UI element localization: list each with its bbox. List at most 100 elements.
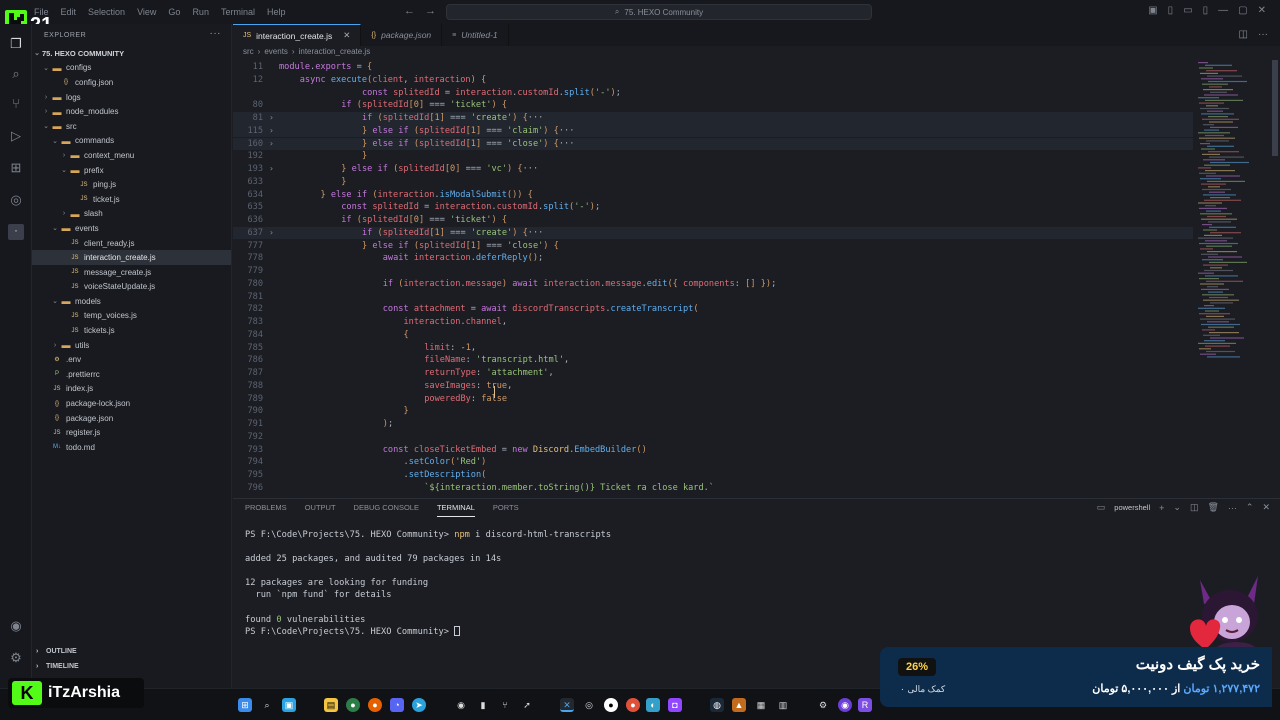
windows-start-icon[interactable]: ⊞ xyxy=(238,698,252,712)
tree-file[interactable]: JS message_create.js xyxy=(32,265,231,280)
panel-tab-problems[interactable]: PROBLEMS xyxy=(245,503,287,517)
code-line[interactable]: 634 } else if (interaction.isModalSubmit… xyxy=(233,189,1193,202)
code-line[interactable]: 784 { xyxy=(233,329,1193,342)
menu-item-view[interactable]: View xyxy=(137,7,156,17)
code-line[interactable]: 115 › } else if (splitedId[1] === 'claim'… xyxy=(233,124,1193,138)
panel-tab-ports[interactable]: PORTS xyxy=(493,503,519,517)
menu-item-selection[interactable]: Selection xyxy=(88,7,125,17)
breadcrumb-item[interactable]: src xyxy=(243,47,254,56)
back-arrow-icon[interactable]: ← xyxy=(404,5,415,17)
close-panel-icon[interactable]: ✕ xyxy=(1262,502,1270,513)
code-line[interactable]: 637 › if (splitedId[1] === 'create') {··· xyxy=(233,226,1193,240)
menu-item-go[interactable]: Go xyxy=(168,7,180,17)
chrome-icon[interactable]: ● xyxy=(346,698,360,712)
forward-arrow-icon[interactable]: → xyxy=(425,5,436,17)
code-line[interactable]: 80 if (splitedId[0] === 'ticket') { xyxy=(233,99,1193,112)
panel-tab-output[interactable]: OUTPUT xyxy=(305,503,336,517)
command-center-search[interactable]: ⌕ 75. HEXO Community xyxy=(446,4,872,20)
fold-chevron-icon[interactable]: › xyxy=(269,227,274,240)
obs-icon[interactable]: ◎ xyxy=(582,698,596,712)
more-actions-icon[interactable]: ··· xyxy=(1228,503,1237,513)
discord-icon[interactable]: ◔ xyxy=(390,698,404,712)
panel-tab-debug-console[interactable]: DEBUG CONSOLE xyxy=(354,503,419,517)
code-line[interactable]: 636 if (splitedId[0] === 'ticket') { xyxy=(233,214,1193,227)
search-icon[interactable]: ⌕ xyxy=(8,66,24,82)
tree-file[interactable]: JS interaction_create.js xyxy=(32,250,231,265)
fold-chevron-icon[interactable]: › xyxy=(269,138,274,151)
minimap[interactable] xyxy=(1196,60,1274,380)
menu-item-run[interactable]: Run xyxy=(192,7,209,17)
explorer-icon[interactable]: ❐ xyxy=(8,36,24,52)
close-tab-icon[interactable]: ✕ xyxy=(343,30,350,41)
tree-file[interactable]: M↓ todo.md xyxy=(32,440,231,455)
fold-chevron-icon[interactable]: › xyxy=(269,163,274,176)
fold-chevron-icon[interactable]: › xyxy=(269,112,274,125)
tree-folder[interactable]: ⌄ ▬ prefix xyxy=(32,163,231,178)
app-icon-red[interactable]: ● xyxy=(626,698,640,712)
tree-file[interactable]: {} package.json xyxy=(32,411,231,426)
code-line[interactable]: 12 async execute(client, interaction) { xyxy=(233,74,1193,87)
tree-folder[interactable]: › ▬ logs xyxy=(32,90,231,105)
code-line[interactable]: 81 › if (splitedId[1] === 'create') {··· xyxy=(233,112,1193,125)
breadcrumb-item[interactable]: interaction_create.js xyxy=(299,47,371,56)
app-icon-purple[interactable]: ◉ xyxy=(838,698,852,712)
tree-file[interactable]: P .prettierrc xyxy=(32,367,231,382)
maximize-icon[interactable]: ▢ xyxy=(1238,5,1247,16)
code-line[interactable]: 779 xyxy=(233,265,1193,278)
breadcrumb-item[interactable]: events xyxy=(264,47,288,56)
code-line[interactable]: 788 saveImages: true, xyxy=(233,380,1193,393)
vscode-icon[interactable]: ✕ xyxy=(560,698,574,712)
firefox-icon[interactable]: ● xyxy=(368,698,382,712)
workspace-root[interactable]: ⌄ 75. HEXO COMMUNITY xyxy=(32,46,231,61)
tree-folder[interactable]: ⌄ ▬ configs xyxy=(32,61,231,76)
panel-tab-terminal[interactable]: TERMINAL xyxy=(436,503,475,517)
source-control-icon[interactable]: ⑂ xyxy=(8,96,24,112)
taskbar-search-icon[interactable]: ⌕ xyxy=(260,698,274,712)
chart-app-icon[interactable]: ▮ xyxy=(476,698,490,712)
timeline-section[interactable]: › TIMELINE xyxy=(32,659,232,673)
tree-folder[interactable]: › ▬ slash xyxy=(32,207,231,222)
cursor-app-icon[interactable]: ➚ xyxy=(520,698,534,712)
file-explorer-icon[interactable]: ▤ xyxy=(324,698,338,712)
split-terminal-icon[interactable]: ◫ xyxy=(1190,502,1199,513)
app-icon-grid[interactable]: ▦ xyxy=(754,698,768,712)
git-app-icon[interactable]: ⑂ xyxy=(498,698,512,712)
app-icon-blue[interactable]: ◐ xyxy=(646,698,660,712)
remote-explorer-icon[interactable]: ▪ xyxy=(8,224,24,240)
close-icon[interactable]: ✕ xyxy=(1258,5,1266,16)
tree-folder[interactable]: ⌄ ▬ commands xyxy=(32,134,231,149)
code-line[interactable]: 791 ); xyxy=(233,418,1193,431)
editor-tab[interactable]: {} package.json xyxy=(361,24,443,46)
terminal-shell-name[interactable]: powershell xyxy=(1114,503,1150,512)
code-line[interactable]: 192 } xyxy=(233,150,1193,163)
steam-icon[interactable]: ◍ xyxy=(710,698,724,712)
tree-folder[interactable]: › ▬ context_menu xyxy=(32,148,231,163)
maximize-panel-icon[interactable]: ⌃ xyxy=(1246,502,1254,513)
tree-folder[interactable]: ⌄ ▬ events xyxy=(32,221,231,236)
app-icon-grid2[interactable]: ▥ xyxy=(776,698,790,712)
code-editor[interactable]: 11 module.exports = {12 async execute(cli… xyxy=(233,60,1280,496)
code-line[interactable]: 781 xyxy=(233,291,1193,304)
trash-icon[interactable]: 🗑 xyxy=(1207,502,1218,513)
code-line[interactable]: const splitedId = interaction.customId.s… xyxy=(233,87,1193,100)
editor-tab[interactable]: ≡ Untitled-1 xyxy=(442,24,509,46)
code-line[interactable]: 786 fileName: 'transcript.html', xyxy=(233,354,1193,367)
menu-item-terminal[interactable]: Terminal xyxy=(221,7,255,17)
code-line[interactable]: 635 const splitedId = interaction.custom… xyxy=(233,201,1193,214)
code-line[interactable]: 11 module.exports = { xyxy=(233,61,1193,74)
app-icon-r[interactable]: R xyxy=(858,698,872,712)
minimize-icon[interactable]: — xyxy=(1218,5,1228,16)
tree-file[interactable]: JS ticket.js xyxy=(32,192,231,207)
code-line[interactable]: 160 › } else if (splitedId[1] === 'close'… xyxy=(233,137,1193,151)
secondary-sidebar-icon[interactable]: ▯ xyxy=(1203,5,1209,16)
more-actions-icon[interactable]: ··· xyxy=(1258,29,1268,40)
code-line[interactable]: 782 const attachment = await discordTran… xyxy=(233,303,1193,316)
settings-gear-icon[interactable]: ⚙ xyxy=(816,698,830,712)
tree-file[interactable]: JS client_ready.js xyxy=(32,236,231,251)
tree-file[interactable]: JS voiceStateUpdate.js xyxy=(32,280,231,295)
fold-chevron-icon[interactable]: › xyxy=(269,125,274,138)
code-line[interactable]: 633 } xyxy=(233,176,1193,189)
app-icon-orange[interactable]: ▲ xyxy=(732,698,746,712)
tree-file[interactable]: ⚙ .env xyxy=(32,352,231,367)
code-line[interactable]: 777 } else if (splitedId[1] === 'close')… xyxy=(233,240,1193,253)
